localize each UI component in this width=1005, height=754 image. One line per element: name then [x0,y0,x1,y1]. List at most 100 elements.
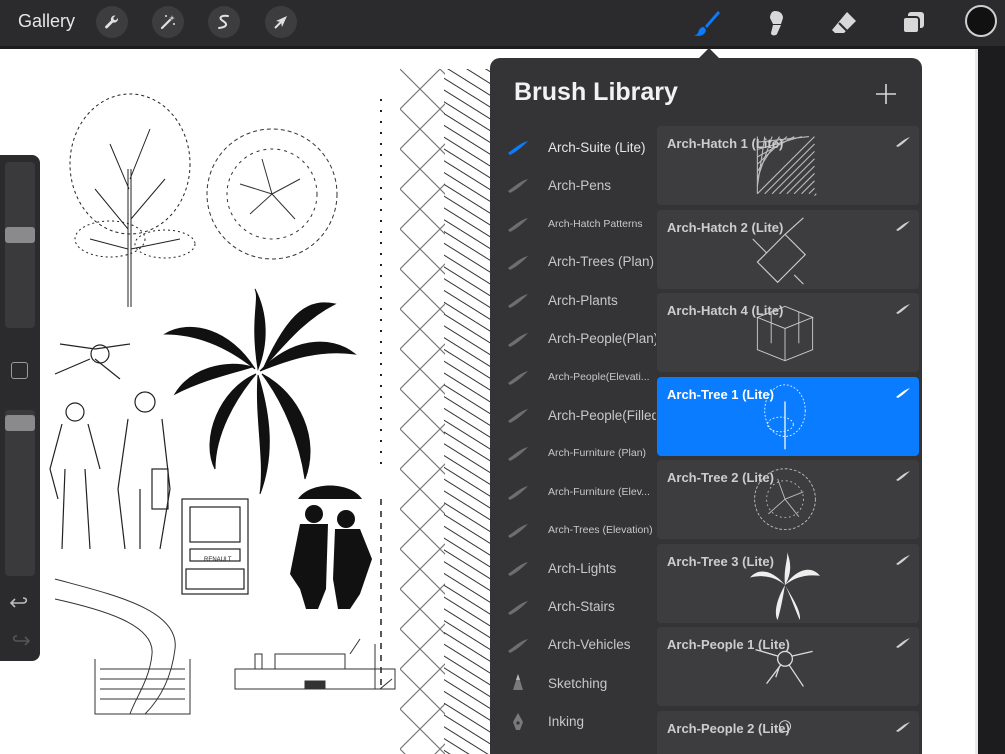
brush-stroke-icon [508,409,528,424]
people-drawing [49,343,171,550]
brush-set-label: Arch-Vehicles [548,637,631,653]
eraser-icon [832,12,856,33]
brush-name: Arch-Tree 1 (Lite) [667,386,774,402]
brush-set-label: Arch-Hatch Patterns [548,217,643,230]
brush-set-label: Arch-Plants [548,292,618,308]
brush-set-item[interactable]: Arch-Stairs [490,588,657,626]
brush-card[interactable]: Arch-Tree 2 (Lite) [657,460,919,539]
brush-stroke-icon [508,179,528,194]
brush-stroke-icon [896,471,910,481]
brush-set-label: Inking [548,714,585,729]
brush-stroke-icon [896,721,910,732]
add-brush-set-button[interactable] [872,80,900,108]
brush-library-panel: Brush Library Arch-Suite (Lite) Arch-Pens… [490,58,922,754]
brush-set-item[interactable]: Arch-People(Elevati... [490,358,657,396]
plus-icon [876,84,896,104]
brush-set-label: Sketching [548,675,608,691]
smudge-icon [770,11,783,36]
brush-set-item[interactable]: Sketching [490,664,657,702]
brush-set-item[interactable]: Arch-Trees (Plan) [490,243,657,281]
brush-tool-button[interactable] [692,8,722,38]
herringbone-hatch [400,69,445,754]
brush-stroke-icon [508,332,528,347]
brush-stroke-icon [508,485,528,500]
procreate-app: RENAULT Gallery Brush Library Arch-Suite… [0,0,1005,754]
brush-icon [694,11,720,36]
modify-button[interactable] [11,362,28,379]
gallery-button[interactable]: Gallery [18,11,75,32]
brush-stroke-icon [508,562,528,577]
top-toolbar: Gallery [0,0,1005,46]
brush-stroke-icon [508,141,528,155]
brush-name: Arch-People 2 (Lite) [667,720,790,736]
brush-card[interactable]: Arch-Hatch 1 (Lite) [657,126,919,205]
brush-stroke-icon [508,638,528,653]
brush-stroke-icon [896,554,910,565]
color-picker-button[interactable] [965,5,997,37]
brush-set-label: Arch-Stairs [548,599,615,615]
brush-card[interactable]: Arch-People 1 (Lite) [657,627,919,706]
brush-card[interactable]: Arch-Hatch 2 (Lite) [657,209,919,289]
brush-card[interactable]: Arch-People 2 (Lite) [657,710,919,754]
truck-drawing: RENAULT [181,498,249,595]
couple-silhouette [290,485,372,609]
brush-set-item[interactable]: Arch-Hatch Patterns [490,205,657,243]
brush-stroke-icon [508,294,528,309]
brush-card[interactable]: Arch-Tree 3 (Lite) [657,543,919,623]
brush-stroke-icon [896,220,910,231]
brush-list: Arch-Hatch 1 (Lite) Arch-Hatch 2 (Lite) Ar… [657,126,919,754]
pencil-tip-icon [513,674,523,691]
brush-stroke-icon [896,387,910,398]
opacity-slider[interactable] [5,410,35,576]
actions-button[interactable] [96,6,128,38]
layers-button[interactable] [898,8,928,38]
redo-button[interactable] [9,631,31,651]
eraser-tool-button[interactable] [829,8,859,38]
brush-set-label: Arch-People(Filled) [548,407,656,423]
brush-set-item[interactable]: Inking [490,703,657,741]
truck-badge: RENAULT [204,557,232,563]
brush-stroke-icon [508,217,528,232]
brush-name: Arch-Hatch 4 (Lite) [667,303,784,318]
brush-stroke-icon [508,600,528,615]
brush-set-label: Arch-People(Elevati... [548,370,650,383]
redo-icon [12,635,31,646]
smudge-tool-button[interactable] [760,8,790,38]
brush-set-label: Arch-Suite (Lite) [548,139,646,155]
brush-set-item[interactable]: Arch-Plants [490,281,657,319]
brush-set-item[interactable]: Arch-Lights [490,549,657,587]
brush-set-item[interactable]: Arch-Pens [490,166,657,204]
brush-size-thumb[interactable] [5,226,35,243]
selection-icon [218,14,229,29]
brush-set-item[interactable]: Arch-Furniture (Plan) [490,434,657,472]
brush-set-item[interactable]: Arch-Furniture (Elev... [490,473,657,511]
undo-button[interactable] [9,593,31,613]
brush-card[interactable]: Arch-Tree 1 (Lite) [657,376,919,456]
selection-button[interactable] [208,6,240,38]
brush-set-label: Arch-Furniture (Plan) [548,447,647,460]
brush-set-item[interactable]: Arch-People(Filled) [490,396,657,434]
brush-stroke-icon [508,255,528,270]
brush-library-title: Brush Library [514,78,678,106]
brush-set-label: Arch-Trees (Plan) [548,254,655,270]
brush-stroke-icon [896,304,910,314]
adjustments-button[interactable] [152,6,184,38]
brush-size-slider[interactable] [5,162,35,328]
brush-set-item[interactable]: Arch-Trees (Elevation) [490,511,657,549]
canvas-edge [975,49,1005,754]
brush-set-item[interactable]: Arch-Vehicles [490,626,657,664]
brush-set-label: Arch-People(Plan) [548,331,656,346]
magic-wand-icon [160,15,175,30]
brush-set-item[interactable]: Arch-People(Plan) [490,320,657,358]
left-sidebar [0,155,40,661]
brush-card[interactable]: Arch-Hatch 4 (Lite) [657,293,919,372]
brush-set-label: Arch-Pens [548,177,612,193]
opacity-thumb[interactable] [5,414,35,431]
brush-name: Arch-Tree 2 (Lite) [667,470,774,485]
transform-button[interactable] [265,6,297,38]
palm-drawing [163,288,357,495]
brush-set-item[interactable]: Arch-Suite (Lite) [490,128,657,166]
tree-plan-drawing [206,128,338,260]
brush-stroke-icon [508,447,528,462]
ink-nib-icon [513,712,523,730]
